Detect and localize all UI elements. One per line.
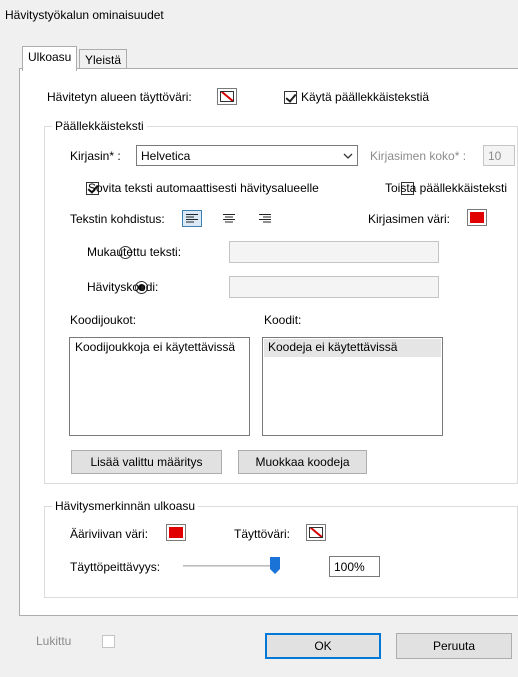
font-color-fill (470, 212, 484, 223)
add-selected-entry-button[interactable]: Lisää valittu määritys (71, 450, 222, 474)
font-color-label: Kirjasimen väri: (368, 212, 451, 226)
font-label: Kirjasin* : (70, 149, 121, 163)
redacted-fill-color-label: Hävitetyn alueen täyttöväri: (47, 90, 192, 104)
text-alignment-label: Tekstin kohdistus: (70, 212, 165, 226)
fill-opacity-value: 100% (334, 560, 365, 574)
edit-codes-button[interactable]: Muokkaa koodeja (238, 450, 367, 474)
list-item[interactable]: Koodeja ei käytettävissä (264, 339, 441, 357)
fill-opacity-slider-thumb[interactable] (270, 557, 280, 574)
font-size-value: 10 (488, 149, 502, 163)
redaction-code-label: Hävityskoodi: (87, 280, 159, 294)
codes-label: Koodit: (264, 313, 302, 327)
fill-opacity-slider-track[interactable] (183, 565, 275, 567)
no-color-icon (309, 527, 323, 538)
redaction-code-input[interactable] (229, 276, 439, 298)
outline-color-fill (169, 527, 183, 538)
font-select[interactable]: Helvetica (136, 145, 358, 166)
outline-color-label: Ääriviivan väri: (70, 527, 149, 541)
fill-opacity-input[interactable]: 100% (329, 556, 380, 577)
align-center-button[interactable] (219, 210, 239, 227)
fill-opacity-label: Täyttöpeittävyys: (70, 560, 161, 574)
no-color-icon (220, 91, 234, 102)
custom-text-label: Mukautettu teksti: (87, 245, 182, 259)
mark-appearance-group (44, 506, 518, 598)
locked-checkbox[interactable] (101, 635, 115, 648)
mark-fill-color-swatch[interactable] (306, 524, 326, 541)
align-left-icon (186, 214, 198, 223)
ok-button[interactable]: OK (265, 633, 381, 659)
repeat-overlay-label: Toista päällekkäisteksti (385, 181, 508, 195)
tab-appearance[interactable]: Ulkoasu (22, 46, 78, 71)
chevron-down-icon (339, 146, 357, 165)
mark-fill-color-label: Täyttöväri: (234, 527, 291, 541)
list-item[interactable]: Koodijoukkoja ei käytettävissä (71, 339, 248, 357)
code-sets-list[interactable]: Koodijoukkoja ei käytettävissä (69, 337, 250, 436)
locked-label: Lukittu (36, 634, 72, 648)
align-right-button[interactable] (255, 210, 275, 227)
custom-text-input[interactable] (229, 241, 439, 263)
align-center-icon (223, 214, 235, 223)
autofit-text-label: Sovita teksti automaattisesti hävitysalu… (88, 181, 319, 195)
align-right-icon (259, 214, 271, 223)
overlay-text-group-title: Päällekkäisteksti (52, 119, 147, 134)
mark-appearance-group-title: Hävitysmerkinnän ulkoasu (52, 499, 199, 514)
outline-color-swatch[interactable] (166, 524, 186, 541)
font-size-label: Kirjasimen koko* : (370, 149, 467, 163)
use-overlay-text-checkbox[interactable] (284, 91, 297, 104)
code-sets-label: Koodijoukot: (70, 313, 137, 327)
use-overlay-text-label: Käytä päällekkäistekstiä (301, 90, 430, 104)
codes-list[interactable]: Koodeja ei käytettävissä (262, 337, 443, 436)
align-left-button[interactable] (182, 210, 202, 227)
cancel-button[interactable]: Peruuta (396, 633, 512, 659)
font-size-input[interactable]: 10 (483, 145, 515, 166)
redacted-fill-color-swatch[interactable] (217, 88, 237, 105)
font-select-value: Helvetica (141, 149, 191, 163)
font-color-swatch[interactable] (467, 209, 487, 226)
